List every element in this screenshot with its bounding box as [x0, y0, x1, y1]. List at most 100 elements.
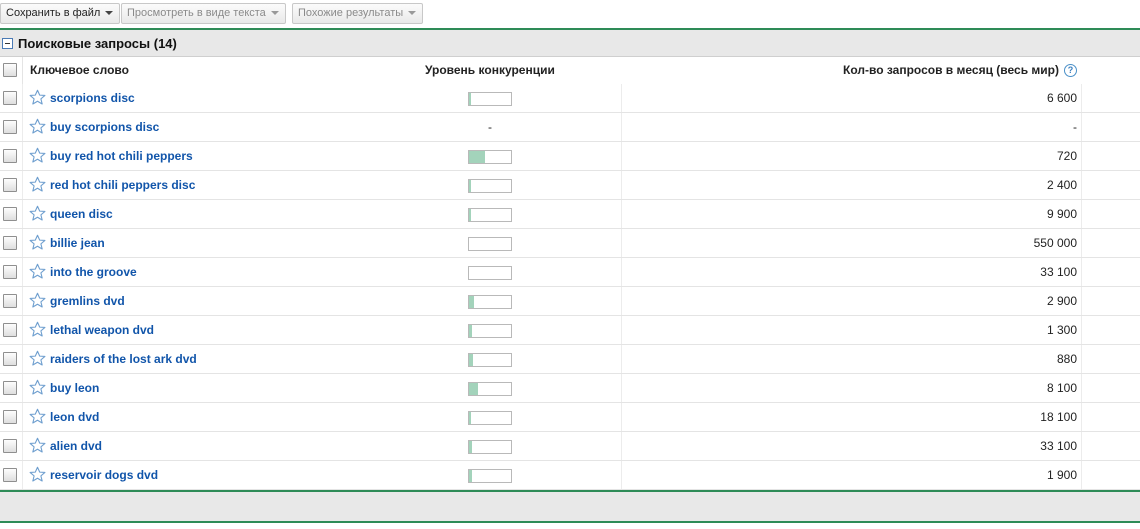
column-divider: [1081, 374, 1082, 402]
table-row: alien dvd 33 100: [0, 432, 1140, 461]
row-checkbox[interactable]: [3, 91, 17, 105]
column-divider: [621, 229, 622, 257]
column-divider: [621, 258, 622, 286]
star-outline-icon[interactable]: [29, 205, 46, 222]
keyword-link[interactable]: alien dvd: [50, 439, 102, 453]
monthly-searches-value: -: [1073, 120, 1077, 134]
column-divider: [621, 200, 622, 228]
section-title: Поисковые запросы (14): [18, 36, 177, 51]
star-outline-icon[interactable]: [29, 234, 46, 251]
monthly-searches-value: 9 900: [1046, 207, 1077, 221]
row-checkbox[interactable]: [3, 207, 17, 221]
row-checkbox[interactable]: [3, 265, 17, 279]
column-divider: [22, 200, 23, 228]
column-divider: [22, 374, 23, 402]
competition-bar: [468, 469, 512, 483]
competition-bar: [468, 150, 512, 164]
star-outline-icon[interactable]: [29, 147, 46, 164]
table-row: into the groove 33 100: [0, 258, 1140, 287]
row-checkbox[interactable]: [3, 352, 17, 366]
help-icon[interactable]: ?: [1064, 64, 1077, 77]
view-as-text-label: Просмотреть в виде текста: [127, 7, 266, 19]
star-outline-icon[interactable]: [29, 176, 46, 193]
competition-bar: [468, 92, 512, 106]
competition-empty: -: [488, 120, 492, 134]
monthly-searches-value: 18 100: [1040, 410, 1077, 424]
competition-bar: [468, 324, 512, 338]
keyword-link[interactable]: buy scorpions disc: [50, 120, 159, 134]
competition-bar-fill: [469, 93, 471, 105]
monthly-searches-value: 33 100: [1040, 439, 1077, 453]
competition-bar: [468, 237, 512, 251]
monthly-searches-value: 33 100: [1040, 265, 1077, 279]
keyword-link[interactable]: leon dvd: [50, 410, 99, 424]
section-header: Поисковые запросы (14): [0, 30, 1140, 57]
keyword-link[interactable]: lethal weapon dvd: [50, 323, 154, 337]
similar-results-label: Похожие результаты: [298, 7, 404, 19]
star-outline-icon[interactable]: [29, 263, 46, 280]
monthly-searches-value: 6 600: [1046, 91, 1077, 105]
keyword-link[interactable]: reservoir dogs dvd: [50, 468, 158, 482]
row-checkbox[interactable]: [3, 439, 17, 453]
column-divider: [22, 171, 23, 199]
column-header-keyword[interactable]: Ключевое слово: [30, 63, 129, 77]
competition-bar: [468, 266, 512, 280]
competition-bar-fill: [469, 209, 471, 221]
star-outline-icon[interactable]: [29, 292, 46, 309]
table-row: buy red hot chili peppers 720: [0, 142, 1140, 171]
row-checkbox[interactable]: [3, 323, 17, 337]
similar-results-button[interactable]: Похожие результаты: [292, 3, 424, 24]
save-to-file-button[interactable]: Сохранить в файл: [0, 3, 121, 24]
row-checkbox[interactable]: [3, 381, 17, 395]
keyword-link[interactable]: billie jean: [50, 236, 105, 250]
keyword-link[interactable]: gremlins dvd: [50, 294, 125, 308]
column-divider: [1081, 403, 1082, 431]
star-outline-icon[interactable]: [29, 118, 46, 135]
row-checkbox[interactable]: [3, 236, 17, 250]
minus-box-icon[interactable]: [2, 38, 13, 49]
star-outline-icon[interactable]: [29, 437, 46, 454]
monthly-searches-value: 1 900: [1046, 468, 1077, 482]
column-header-volume[interactable]: Кол-во запросов в месяц (весь мир): [843, 63, 1059, 77]
star-outline-icon[interactable]: [29, 379, 46, 396]
column-divider: [22, 57, 23, 84]
keyword-link[interactable]: buy leon: [50, 381, 99, 395]
competition-bar: [468, 440, 512, 454]
column-divider: [1081, 345, 1082, 373]
star-outline-icon[interactable]: [29, 350, 46, 367]
star-outline-icon[interactable]: [29, 408, 46, 425]
column-divider: [621, 316, 622, 344]
star-outline-icon[interactable]: [29, 466, 46, 483]
select-all-checkbox[interactable]: [3, 63, 17, 77]
monthly-searches-value: 880: [1056, 352, 1077, 366]
column-divider: [1081, 287, 1082, 315]
keyword-link[interactable]: into the groove: [50, 265, 137, 279]
keyword-link[interactable]: buy red hot chili peppers: [50, 149, 193, 163]
keyword-link[interactable]: red hot chili peppers disc: [50, 178, 195, 192]
table-row: raiders of the lost ark dvd 880: [0, 345, 1140, 374]
column-divider: [22, 258, 23, 286]
keyword-link[interactable]: scorpions disc: [50, 91, 135, 105]
table-row: gremlins dvd 2 900: [0, 287, 1140, 316]
row-checkbox[interactable]: [3, 468, 17, 482]
competition-bar-fill: [469, 412, 471, 424]
column-divider: [621, 345, 622, 373]
row-checkbox[interactable]: [3, 410, 17, 424]
row-checkbox[interactable]: [3, 120, 17, 134]
row-checkbox[interactable]: [3, 178, 17, 192]
star-outline-icon[interactable]: [29, 321, 46, 338]
column-divider: [22, 142, 23, 170]
table-row: buy leon 8 100: [0, 374, 1140, 403]
column-header-competition[interactable]: Уровень конкуренции: [425, 63, 555, 77]
star-outline-icon[interactable]: [29, 89, 46, 106]
column-divider: [22, 403, 23, 431]
keyword-link[interactable]: queen disc: [50, 207, 113, 221]
column-divider: [621, 374, 622, 402]
row-checkbox[interactable]: [3, 149, 17, 163]
column-divider: [621, 461, 622, 489]
row-checkbox[interactable]: [3, 294, 17, 308]
monthly-searches-value: 550 000: [1033, 236, 1077, 250]
keyword-link[interactable]: raiders of the lost ark dvd: [50, 352, 197, 366]
view-as-text-button[interactable]: Просмотреть в виде текста: [121, 3, 286, 24]
table-row: red hot chili peppers disc 2 400: [0, 171, 1140, 200]
